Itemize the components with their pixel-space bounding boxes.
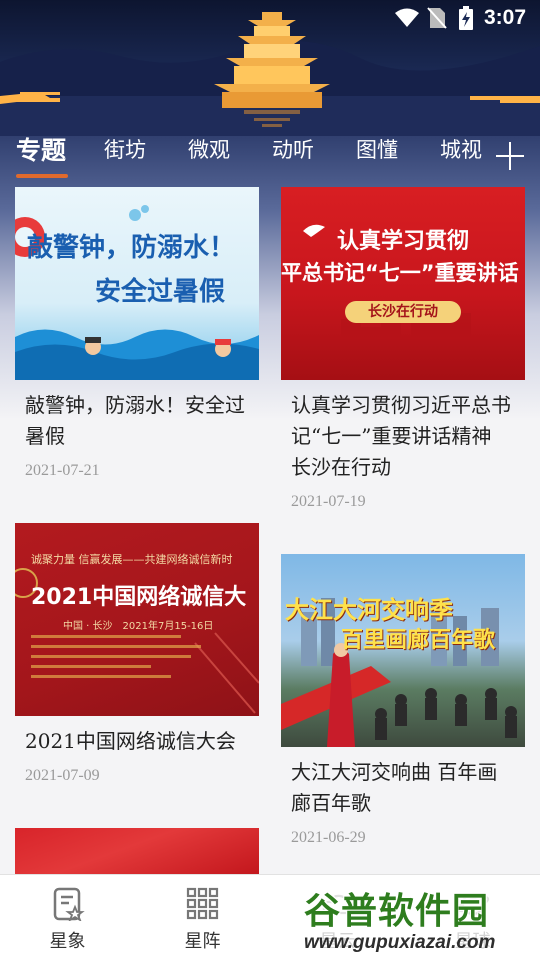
card-thumbnail-drowning: 敲警钟，防溺水！ 安全过暑假 bbox=[15, 187, 259, 380]
tab-dongting[interactable]: 动听 bbox=[272, 134, 314, 164]
card-date: 2021-07-09 bbox=[25, 767, 100, 784]
card-title: 2021中国网络诚信大会 bbox=[25, 729, 236, 753]
no-sim-icon bbox=[426, 6, 448, 35]
thumbnail-headline: 大江大河交响季 bbox=[285, 596, 453, 624]
card-title: 认真学习贯彻习近平总书记“七一”重要讲话精神 长沙在行动 bbox=[291, 393, 511, 479]
thumbnail-badge: 长沙在行动 bbox=[345, 301, 461, 323]
nav-label: 星象 bbox=[49, 931, 86, 952]
site-watermark: 谷普软件园 www.gupuxiazai.com bbox=[296, 878, 540, 960]
news-card[interactable]: 敲警钟，防溺水！ 安全过暑假 敲警钟，防溺水！安全过暑假 2021-07-21 bbox=[15, 187, 259, 480]
grid-icon bbox=[186, 887, 220, 925]
thumbnail-headline: 认真学习贯彻 bbox=[337, 229, 470, 254]
card-date: 2021-06-29 bbox=[291, 829, 366, 846]
card-thumbnail-red bbox=[15, 828, 259, 874]
card-thumbnail-integrity: 诚聚力量 信赢发展——共建网络诚信新时 2021中国网络诚信大 中国 · 长沙 … bbox=[15, 523, 259, 716]
news-card[interactable]: 诚聚力量 信赢发展——共建网络诚信新时 2021中国网络诚信大 中国 · 长沙 … bbox=[15, 523, 259, 785]
active-tab-indicator bbox=[16, 174, 68, 178]
watermark-url: www.gupuxiazai.com bbox=[304, 932, 496, 953]
news-card[interactable] bbox=[15, 828, 259, 874]
tab-tudong[interactable]: 图懂 bbox=[356, 134, 398, 164]
wifi-icon bbox=[394, 8, 420, 33]
status-bar: 3:07 bbox=[0, 0, 540, 36]
thumbnail-tagline: 诚聚力量 信赢发展——共建网络诚信新时 bbox=[31, 553, 233, 566]
thumbnail-headline: 敲警钟，防溺水！ bbox=[27, 233, 236, 263]
nav-item-xingzhen[interactable]: 星阵 bbox=[135, 875, 270, 961]
battery-charging-icon bbox=[459, 6, 473, 35]
thumbnail-headline: 2021中国网络诚信大 bbox=[31, 585, 247, 610]
doc-star-icon bbox=[51, 887, 85, 925]
thumbnail-subheadline: 百里画廊百年歌 bbox=[341, 628, 496, 653]
tab-jiefang[interactable]: 街坊 bbox=[104, 134, 146, 164]
nav-label: 星阵 bbox=[184, 931, 221, 952]
watermark-title: 谷普软件园 bbox=[304, 891, 490, 932]
tab-weiguan[interactable]: 微观 bbox=[188, 134, 230, 164]
status-time: 3:07 bbox=[483, 6, 526, 29]
card-title: 敲警钟，防溺水！安全过暑假 bbox=[25, 393, 245, 448]
card-date: 2021-07-21 bbox=[25, 462, 100, 479]
thumbnail-subheadline: 安全过暑假 bbox=[95, 277, 226, 307]
news-card[interactable]: 认真学习贯彻 平总书记“七一”重要讲话 长沙在行动 认真学习贯彻习近平总书记“七… bbox=[281, 187, 525, 511]
thumbnail-subheadline: 平总书记“七一”重要讲话 bbox=[281, 261, 519, 285]
card-title: 大江大河交响曲 百年画廊百年歌 bbox=[291, 760, 498, 815]
category-tabs: 专题 街坊 微观 动听 图懂 城视 bbox=[0, 134, 540, 180]
tab-chengshi[interactable]: 城视 bbox=[440, 134, 482, 164]
nav-item-xingxiang[interactable]: 星象 bbox=[0, 875, 135, 961]
news-card[interactable]: 大江大河交响季 百里画廊百年歌 大江大河交响曲 百年画廊百年歌 2021-06-… bbox=[281, 554, 525, 847]
card-date: 2021-07-19 bbox=[291, 493, 366, 510]
card-thumbnail-study: 认真学习贯彻 平总书记“七一”重要讲话 长沙在行动 bbox=[281, 187, 525, 380]
card-thumbnail-symphony: 大江大河交响季 百里画廊百年歌 bbox=[281, 554, 525, 747]
add-tab-plus-icon[interactable] bbox=[494, 140, 526, 176]
thumbnail-date-line: 中国 · 长沙 2021年7月15-16日 bbox=[63, 621, 214, 632]
tab-zhuanti[interactable]: 专题 bbox=[16, 131, 66, 167]
